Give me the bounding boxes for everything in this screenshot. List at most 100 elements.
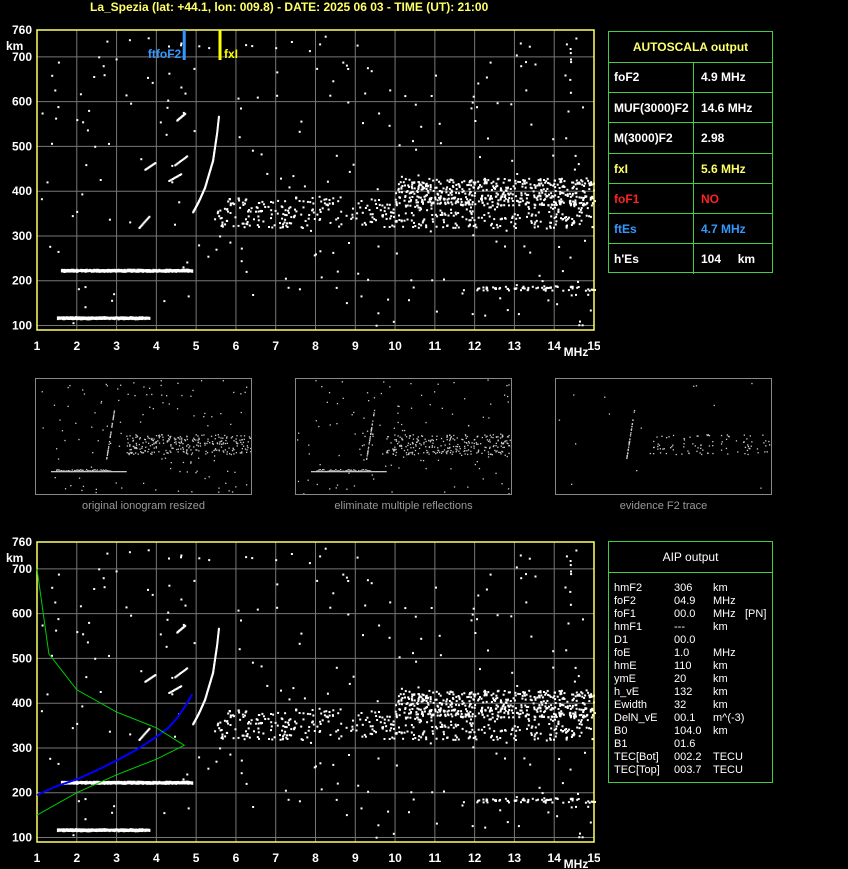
thumb-point bbox=[442, 440, 445, 443]
echo-point bbox=[356, 44, 359, 47]
thumbnail-original bbox=[35, 378, 253, 495]
echo-point bbox=[420, 224, 423, 227]
echo-point bbox=[316, 579, 319, 582]
thumb-point bbox=[495, 451, 497, 453]
echo-point bbox=[496, 184, 499, 187]
echo-point bbox=[93, 588, 96, 590]
thumb-point bbox=[683, 439, 686, 441]
echo-point bbox=[397, 183, 400, 186]
echo-point bbox=[54, 601, 57, 604]
echo-point bbox=[569, 714, 572, 717]
echo-point bbox=[378, 624, 381, 627]
thumb-point bbox=[217, 434, 219, 436]
thumb-point bbox=[141, 451, 143, 454]
thumb-point bbox=[766, 451, 768, 453]
thumb-point bbox=[395, 454, 397, 456]
echo-point bbox=[406, 218, 409, 221]
echo-point bbox=[493, 730, 496, 733]
thumb-point bbox=[558, 419, 561, 421]
echo-point bbox=[513, 699, 516, 702]
echo-point bbox=[428, 177, 431, 180]
thumb-point bbox=[323, 471, 325, 473]
thumb-point bbox=[182, 446, 184, 449]
thumb-point bbox=[168, 440, 170, 442]
echo-point bbox=[472, 746, 475, 749]
echo-point bbox=[507, 711, 510, 713]
echo-point bbox=[589, 727, 592, 730]
echo-point bbox=[571, 192, 574, 195]
echo-point bbox=[451, 185, 454, 188]
echo-point bbox=[439, 209, 442, 212]
y-tick-label: 100 bbox=[12, 831, 32, 845]
thumb-point bbox=[80, 469, 82, 471]
echo-point bbox=[245, 782, 248, 785]
thumb-point bbox=[489, 434, 491, 436]
echo-point bbox=[350, 217, 353, 220]
thumb-point bbox=[67, 405, 69, 407]
echo-point bbox=[500, 189, 503, 192]
thumb-point bbox=[149, 406, 151, 408]
echo-point bbox=[310, 229, 312, 232]
echo-point bbox=[576, 182, 579, 185]
thumb-point bbox=[675, 453, 677, 456]
thumb-point bbox=[748, 447, 750, 449]
aip-param: foF1 bbox=[614, 608, 637, 620]
echo-point bbox=[559, 192, 562, 195]
echo-point bbox=[472, 95, 475, 98]
echo-point bbox=[485, 76, 488, 79]
thumb-point bbox=[482, 478, 484, 480]
echo-point bbox=[174, 223, 176, 226]
echo-point bbox=[441, 723, 443, 726]
echo-point bbox=[313, 218, 316, 220]
echo-point bbox=[103, 74, 106, 77]
echo-point bbox=[286, 222, 289, 225]
echo-point bbox=[445, 188, 448, 191]
echo-point bbox=[237, 97, 240, 100]
thumb-point bbox=[64, 471, 66, 473]
echo-point bbox=[388, 636, 391, 639]
echo-point bbox=[431, 726, 434, 728]
thumb-point bbox=[361, 469, 363, 471]
thumb-point bbox=[232, 447, 234, 449]
echo-point bbox=[486, 202, 489, 205]
echo-point bbox=[165, 645, 168, 648]
echo-point bbox=[575, 179, 578, 182]
echo-point bbox=[465, 730, 468, 733]
echo-point bbox=[543, 711, 546, 714]
echo-point bbox=[591, 226, 594, 229]
echo-point bbox=[378, 112, 381, 115]
echo-point bbox=[471, 825, 474, 828]
echo-point bbox=[55, 629, 58, 632]
echo-point bbox=[407, 696, 410, 699]
echo-point bbox=[487, 691, 490, 694]
echo-point bbox=[496, 690, 499, 693]
echo-point bbox=[549, 206, 552, 209]
thumb-point bbox=[197, 442, 199, 444]
echo-point bbox=[252, 806, 255, 808]
echo-point bbox=[474, 120, 477, 122]
echo-point bbox=[285, 726, 288, 729]
thumb-point bbox=[369, 438, 371, 440]
thumb-point bbox=[126, 435, 128, 437]
echo-point bbox=[587, 800, 590, 803]
echo-point bbox=[326, 180, 329, 183]
echo-point bbox=[284, 209, 287, 212]
echo-point bbox=[311, 209, 314, 212]
thumb-point bbox=[501, 434, 503, 436]
thumb-point bbox=[113, 412, 115, 414]
echo-point bbox=[574, 711, 577, 714]
thumb-point bbox=[158, 451, 160, 453]
echo-point bbox=[570, 570, 572, 573]
echo-point bbox=[477, 699, 480, 702]
thumb-point bbox=[450, 468, 452, 470]
thumb-point bbox=[169, 450, 171, 452]
echo-point bbox=[312, 714, 315, 717]
echo-point bbox=[541, 202, 544, 205]
echo-point bbox=[469, 219, 472, 222]
thumb-point bbox=[435, 452, 437, 455]
echo-point bbox=[360, 807, 363, 810]
thumb-point bbox=[440, 452, 443, 454]
thumb-point bbox=[250, 451, 252, 453]
echo-point bbox=[462, 190, 465, 193]
echo-point bbox=[219, 721, 222, 724]
